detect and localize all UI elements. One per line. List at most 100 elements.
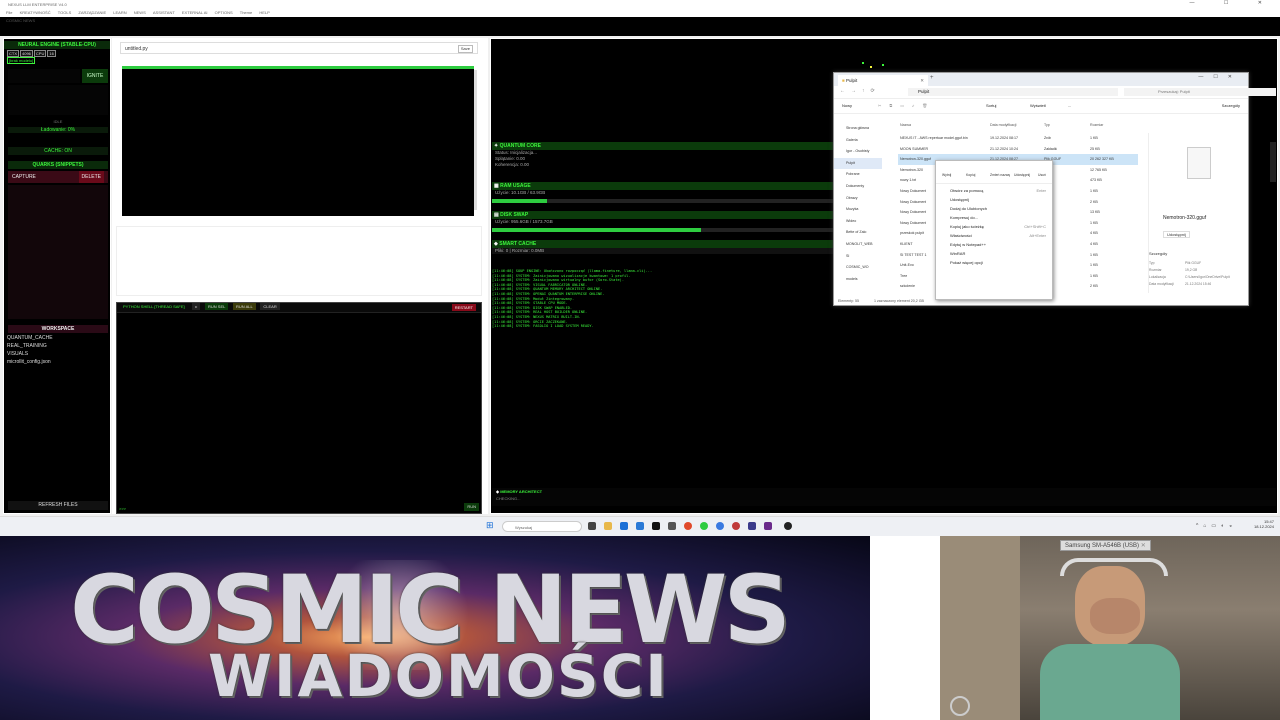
app-icon[interactable] xyxy=(636,522,644,530)
details-button[interactable]: Szczegóły xyxy=(1222,99,1240,113)
address-bar[interactable]: Pulpit xyxy=(908,88,1118,96)
context-menu-item[interactable]: Edytuj w Notepad++ xyxy=(936,240,1052,249)
nav-item[interactable]: Pulpit xyxy=(834,157,882,170)
clear-button[interactable]: CLEAR xyxy=(260,303,280,310)
menu-learn[interactable]: LEARN xyxy=(113,10,126,15)
menu-options[interactable]: OPTIONS xyxy=(215,10,233,15)
context-action[interactable]: Usuń xyxy=(1038,173,1046,177)
file-row[interactable]: NEXUS IT - AWS repertuar model.gguf.bin 1… xyxy=(898,133,1138,144)
minimize-icon[interactable]: — xyxy=(1190,0,1209,6)
new-tab-icon[interactable]: + xyxy=(930,75,934,81)
store-icon[interactable] xyxy=(620,522,628,530)
nav-item[interactable]: Strona główna xyxy=(834,123,882,135)
taskbar-search[interactable]: Wyszukaj xyxy=(502,521,582,532)
context-action[interactable]: Wytnij xyxy=(942,173,951,177)
nav-item[interactable]: Galeria xyxy=(834,135,882,147)
ctx-value-input[interactable]: 4096 xyxy=(20,50,33,57)
brave-icon[interactable] xyxy=(684,522,692,530)
col-date[interactable]: Data modyfikacji xyxy=(990,123,1016,127)
menu-creativity[interactable]: KREATYWNOŚĆ xyxy=(20,10,51,15)
nav-item[interactable]: COSMIC_WO xyxy=(834,262,882,274)
menu-external-ai[interactable]: EXTERNAL AI xyxy=(182,10,208,15)
shell-prompt[interactable]: >>> xyxy=(119,506,126,511)
nav-item[interactable]: Bette of Zalo xyxy=(834,227,882,239)
col-type[interactable]: Typ xyxy=(1044,123,1050,127)
model-tag[interactable]: [brak modelu] xyxy=(7,57,36,64)
context-menu-item[interactable]: Właściwości Alt+Enter xyxy=(936,231,1052,240)
col-name[interactable]: Nazwa xyxy=(900,123,911,127)
sort-button[interactable]: Sortuj xyxy=(986,99,996,113)
editor-scrollbar[interactable] xyxy=(474,70,477,210)
delete-button[interactable]: DELETE xyxy=(78,171,104,183)
menu-theme[interactable]: Theme xyxy=(240,10,252,15)
explorer-search[interactable]: Przeszukaj: Pulpit xyxy=(1124,88,1276,96)
context-menu-item[interactable]: Pokaż więcej opcji xyxy=(936,258,1052,267)
run-sel-button[interactable]: RUN SEL xyxy=(205,303,229,310)
context-menu-item[interactable]: Otwórz za pomocą Enter xyxy=(936,186,1052,195)
run-all-button[interactable]: RUN ALL xyxy=(233,303,256,310)
cache-toggle[interactable]: CACHE: ON xyxy=(8,147,108,155)
maximize-icon[interactable]: ☐ xyxy=(1224,0,1242,6)
app-icon[interactable] xyxy=(668,522,676,530)
context-menu-item[interactable]: Kopiuj jako ścieżkę Ctrl+Shift+C xyxy=(936,222,1052,231)
workspace-item[interactable]: VISUALS xyxy=(4,350,108,358)
tab-close-icon[interactable]: ✕ xyxy=(920,75,924,86)
restart-button[interactable]: RESTART xyxy=(451,304,476,311)
task-view-icon[interactable] xyxy=(588,522,596,530)
nav-item[interactable]: Muzyka xyxy=(834,204,882,216)
code-editor[interactable] xyxy=(122,66,474,216)
quarks-list[interactable] xyxy=(8,185,108,319)
col-size[interactable]: Rozmiar xyxy=(1090,123,1103,127)
right-scrollbar[interactable] xyxy=(1270,142,1276,182)
menu-manage[interactable]: ZARZĄDZANIE xyxy=(78,10,106,15)
output-area[interactable] xyxy=(116,226,482,296)
more-button[interactable]: ... xyxy=(1068,99,1071,113)
workspace-item[interactable]: REAL_TRAINING xyxy=(4,342,108,350)
nav-arrows-icon[interactable]: ←→↑⟳ xyxy=(840,88,881,94)
context-menu-item[interactable]: Kompresuj do... xyxy=(936,213,1052,222)
file-row[interactable]: MOON SUMMER 21.12.2024 10:24 Zakładki 25 KB xyxy=(898,144,1138,155)
menu-tools[interactable]: TOOLS xyxy=(58,10,72,15)
obs-icon[interactable] xyxy=(784,522,792,530)
nav-item[interactable]: Wideo xyxy=(834,216,882,228)
workspace-item[interactable]: microllit_config.json xyxy=(4,358,108,366)
nav-item[interactable]: Dokumenty xyxy=(834,181,882,193)
ignite-button[interactable]: IGNITE xyxy=(82,69,108,83)
explorer-window-controls[interactable]: —☐✕ xyxy=(1198,74,1242,80)
nav-item[interactable]: MONOLIT_WEB xyxy=(834,239,882,251)
cpu-value-input[interactable]: 16 xyxy=(47,50,56,57)
nav-item[interactable]: SI xyxy=(834,251,882,263)
view-button[interactable]: Wyświetl xyxy=(1030,99,1046,113)
start-icon[interactable]: ⊞ xyxy=(486,520,494,531)
edit-icons[interactable]: ✂⧉▭⤴🗑 xyxy=(878,99,935,113)
refresh-files-button[interactable]: REFRESH FILES xyxy=(8,501,108,510)
edge-icon[interactable] xyxy=(716,522,724,530)
context-menu-item[interactable]: Dodaj do Ulubionych xyxy=(936,204,1052,213)
app-icon[interactable] xyxy=(732,522,740,530)
preview-share-button[interactable]: Udostępnij xyxy=(1163,231,1190,238)
capture-button[interactable]: CAPTURE xyxy=(12,171,36,183)
nav-item[interactable]: Igor - Osobisty xyxy=(834,146,882,158)
menu-news[interactable]: NEWS xyxy=(134,10,146,15)
context-menu-item[interactable]: Udostępnij xyxy=(936,195,1052,204)
explorer-tab[interactable]: ■ Pulpit ✕ xyxy=(838,75,928,86)
workspace-item[interactable]: QUANTUM_CACHE xyxy=(4,334,108,342)
context-action[interactable]: Kopiuj xyxy=(966,173,975,177)
window-controls[interactable]: — ☐ ✕ xyxy=(1190,0,1276,6)
model-select[interactable] xyxy=(8,69,80,83)
app-icon[interactable] xyxy=(748,522,756,530)
terminal-icon[interactable] xyxy=(652,522,660,530)
menu-help[interactable]: HELP xyxy=(259,10,269,15)
context-menu-item[interactable]: WinRAR xyxy=(936,249,1052,258)
menu-file[interactable]: File xyxy=(6,10,12,15)
taskbar-clock[interactable]: 15:47 18.12.2024 xyxy=(1250,519,1274,529)
new-button[interactable]: Nowy xyxy=(842,99,852,113)
chat-icon[interactable] xyxy=(700,522,708,530)
file-explorer-icon[interactable] xyxy=(604,522,612,530)
tray-icons[interactable]: ^⌂▭◐◒ xyxy=(1196,523,1237,529)
shell-run-button[interactable]: RUN xyxy=(464,503,479,511)
menu-assistant[interactable]: ASSISTANT xyxy=(153,10,175,15)
nav-item[interactable]: Pobrane xyxy=(834,169,882,181)
context-action[interactable]: Udostępnij xyxy=(1014,173,1030,177)
close-icon[interactable]: ✕ xyxy=(1258,0,1276,6)
